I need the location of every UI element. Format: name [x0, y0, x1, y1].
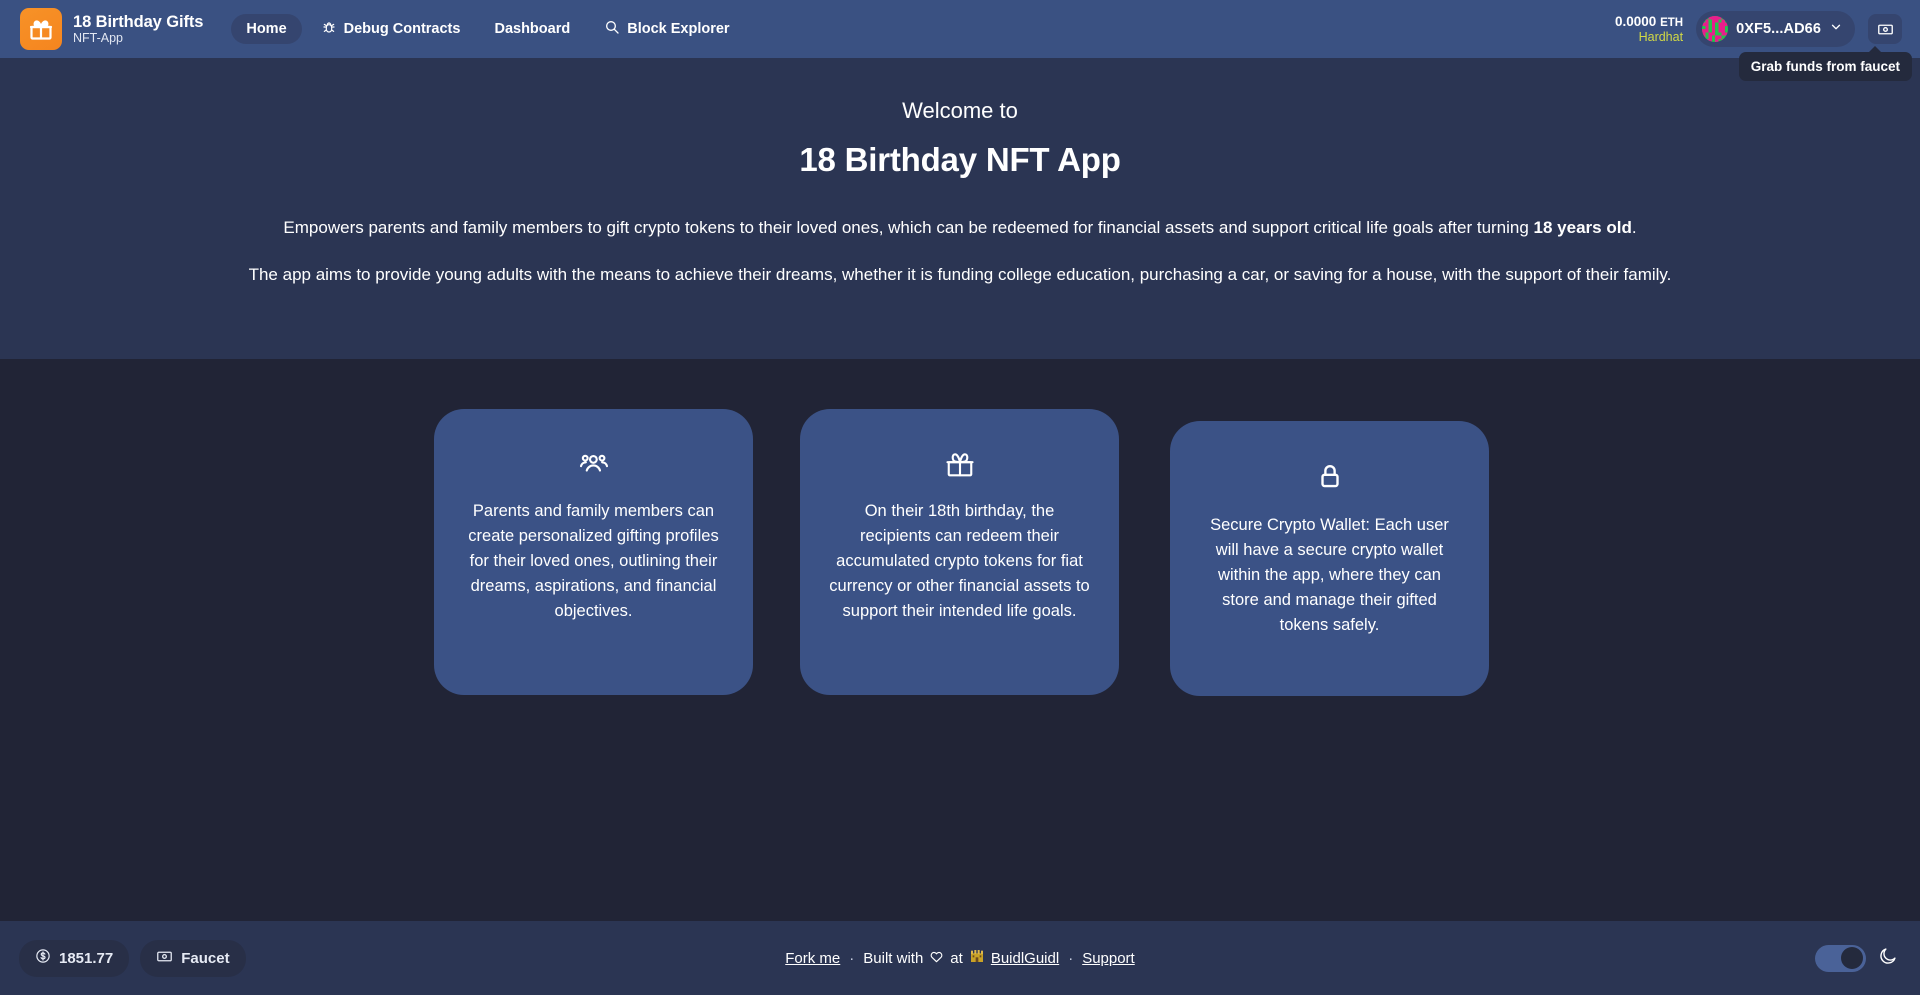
hero-section: Welcome to 18 Birthday NFT App Empowers …	[0, 58, 1920, 359]
brand-title: 18 Birthday Gifts	[73, 12, 204, 31]
brand-text: 18 Birthday Gifts NFT-App	[73, 13, 203, 46]
feature-card-redeem: On their 18th birthday, the recipients c…	[800, 409, 1119, 695]
gift-icon	[20, 8, 62, 50]
balance-amount: 0.0000 ETH	[1615, 13, 1684, 29]
dollar-circle-icon	[35, 948, 51, 968]
users-icon	[462, 449, 725, 479]
search-icon	[604, 19, 620, 39]
nav-item-label: Debug Contracts	[343, 21, 461, 37]
support-link[interactable]: Support	[1082, 950, 1135, 967]
hero-paragraph-1: Empowers parents and family members to g…	[0, 215, 1920, 241]
eth-balance[interactable]: 0.0000 ETH Hardhat	[1615, 14, 1683, 45]
nav-item-debug-contracts[interactable]: Debug Contracts	[306, 12, 476, 46]
banknote-icon	[156, 948, 173, 969]
heart-icon	[929, 949, 944, 968]
theme-toggle-knob	[1841, 947, 1863, 969]
nav-item-label: Dashboard	[494, 21, 571, 37]
faucet-tooltip: Grab funds from faucet	[1738, 46, 1912, 81]
eth-price-chip[interactable]: 1851.77	[19, 939, 130, 977]
fork-me-link[interactable]: Fork me	[785, 950, 840, 967]
brand[interactable]: 18 Birthday Gifts NFT-App	[20, 8, 203, 50]
wallet-address-label: 0XF5...AD66	[1736, 21, 1821, 37]
castle-icon	[969, 948, 985, 968]
footer-separator-2: ·	[1068, 949, 1074, 967]
footer-separator: ·	[849, 949, 855, 967]
footer-faucet-chip[interactable]: Faucet	[140, 939, 246, 977]
at-label: at	[950, 949, 963, 967]
app-footer: 1851.77 Faucet Fork me · Built with at B…	[0, 921, 1920, 995]
network-name: Hardhat	[1638, 29, 1684, 44]
buidlguidl-link[interactable]: BuidlGuidl	[991, 950, 1059, 967]
bug-icon	[321, 19, 337, 39]
footer-right	[1815, 944, 1898, 972]
main-nav: Home Debug Contracts Dashboard Block Exp…	[231, 12, 744, 46]
hero-p1-bold: 18 years old	[1533, 217, 1632, 237]
app-header: 18 Birthday Gifts NFT-App Home Debug Con…	[0, 0, 1920, 81]
hero-paragraph-2: The app aims to provide young adults wit…	[248, 265, 1672, 285]
faucet-button[interactable]	[1868, 14, 1902, 44]
footer-center: Fork me · Built with at BuidlGuidl · Sup…	[0, 948, 1920, 968]
footer-faucet-label: Faucet	[181, 949, 230, 967]
built-with-group: Built with at BuidlGuidl	[863, 948, 1059, 968]
hero-welcome: Welcome to	[902, 98, 1018, 123]
blockie-avatar	[1702, 16, 1729, 42]
feature-card-text: Parents and family members can create pe…	[468, 502, 719, 621]
feature-card-text: On their 18th birthday, the recipients c…	[829, 502, 1090, 621]
footer-left: 1851.77 Faucet	[19, 939, 246, 977]
nav-item-block-explorer[interactable]: Block Explorer	[589, 12, 744, 46]
eth-price-label: 1851.77	[59, 949, 114, 967]
gift-icon	[828, 449, 1091, 479]
feature-cards: Parents and family members can create pe…	[0, 359, 1920, 921]
nav-item-home[interactable]: Home	[231, 14, 302, 44]
theme-toggle[interactable]	[1815, 944, 1866, 972]
nav-item-label: Block Explorer	[627, 21, 730, 37]
moon-icon[interactable]	[1878, 946, 1898, 971]
wallet-address-button[interactable]: 0XF5...AD66	[1696, 11, 1855, 47]
built-with-label: Built with	[863, 949, 924, 967]
nav-item-label: Home	[246, 21, 287, 37]
nav-item-dashboard[interactable]: Dashboard	[479, 14, 585, 44]
feature-card-wallet: Secure Crypto Wallet: Each user will hav…	[1170, 421, 1489, 696]
page-title: 18 Birthday NFT App	[799, 140, 1121, 178]
balance-unit: ETH	[1660, 16, 1684, 29]
chevron-down-icon	[1829, 20, 1843, 39]
hero-p1-part-a: Empowers parents and family members to g…	[283, 217, 1534, 237]
lock-icon	[1198, 461, 1461, 491]
brand-subtitle: NFT-App	[73, 30, 124, 45]
feature-card-profiles: Parents and family members can create pe…	[434, 409, 753, 695]
hero-p1-part-b: .	[1631, 217, 1637, 237]
header-right: 0.0000 ETH Hardhat 0XF5...AD66	[1615, 11, 1902, 47]
feature-card-text: Secure Crypto Wallet: Each user will hav…	[1210, 516, 1449, 635]
